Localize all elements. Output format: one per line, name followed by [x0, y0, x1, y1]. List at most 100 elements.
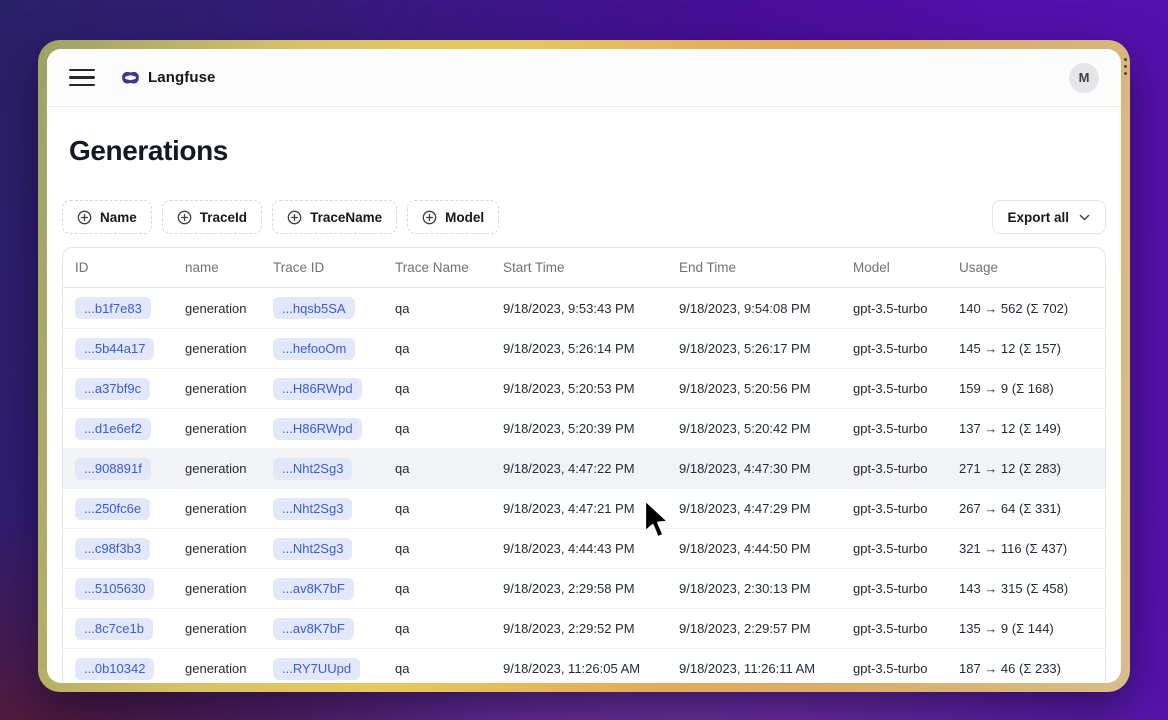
start-time-cell: 9/18/2023, 11:26:05 AM: [491, 661, 667, 676]
main-content: Generations NameTraceIdTraceNameModel Ex…: [47, 107, 1121, 683]
start-time-cell: 9/18/2023, 9:53:43 PM: [491, 301, 667, 316]
generation-id-cell: ...a37bf9c: [63, 378, 173, 400]
column-header-start-time: Start Time: [491, 260, 667, 275]
usage-cell: 143 → 315 (Σ 458): [947, 581, 1105, 596]
model-cell: gpt-3.5-turbo: [841, 461, 947, 476]
trace-id-cell: ...Nht2Sg3: [261, 538, 383, 560]
trace-name-cell: qa: [383, 541, 491, 556]
brand[interactable]: Langfuse: [121, 68, 215, 87]
trace-id-cell: ...H86RWpd: [261, 378, 383, 400]
trace-id-cell-pill[interactable]: ...RY7UUpd: [273, 658, 360, 680]
table-body: ...b1f7e83generation...hqsb5SAqa9/18/202…: [63, 288, 1105, 683]
usage-cell: 321 → 116 (Σ 437): [947, 541, 1105, 556]
name-cell: generation: [173, 581, 261, 596]
trace-id-cell: ...RY7UUpd: [261, 658, 383, 680]
trace-name-cell: qa: [383, 301, 491, 316]
trace-id-cell-pill[interactable]: ...Nht2Sg3: [273, 538, 352, 560]
start-time-cell: 9/18/2023, 5:20:53 PM: [491, 381, 667, 396]
usage-cell: 187 → 46 (Σ 233): [947, 661, 1105, 676]
trace-name-cell: qa: [383, 621, 491, 636]
table-row[interactable]: ...5b44a17 generation ...hefooOm qa9/18/202…: [63, 328, 1105, 368]
start-time-cell: 9/18/2023, 4:47:21 PM: [491, 501, 667, 516]
table-row[interactable]: ...b1f7e83generation...hqsb5SAqa9/18/202…: [63, 288, 1105, 328]
trace-id-cell-pill[interactable]: ...hefooOm: [273, 338, 355, 360]
generation-id-cell-pill[interactable]: ...d1e6ef2: [75, 418, 151, 440]
start-time-cell: 9/18/2023, 5:20:39 PM: [491, 421, 667, 436]
frame-dots-decoration: [1123, 54, 1128, 79]
generation-id-cell-pill[interactable]: ...908891f: [75, 458, 151, 480]
column-header-end-time: End Time: [667, 260, 841, 275]
plus-circle-icon: [77, 210, 92, 225]
hamburger-menu-icon[interactable]: [69, 69, 95, 87]
generation-id-cell-pill[interactable]: ...250fc6e: [75, 498, 150, 520]
name-cell: generation: [173, 461, 261, 476]
filter-row: Name TraceId TraceName Model Export all: [62, 200, 1106, 234]
model-cell: gpt-3.5-turbo: [841, 541, 947, 556]
generations-table: IDnameTrace IDTrace NameStart TimeEnd Ti…: [62, 247, 1106, 683]
model-cell: gpt-3.5-turbo: [841, 301, 947, 316]
generation-id-cell-pill[interactable]: ...c98f3b3: [75, 538, 150, 560]
trace-name-cell: qa: [383, 421, 491, 436]
usage-cell: 159 → 9 (Σ 168): [947, 381, 1105, 396]
trace-id-cell-pill[interactable]: ...hqsb5SA: [273, 297, 355, 319]
filter-label: TraceId: [200, 210, 247, 225]
trace-id-cell: ...av8K7bF: [261, 618, 383, 640]
plus-circle-icon: [287, 210, 302, 225]
model-cell: gpt-3.5-turbo: [841, 341, 947, 356]
trace-id-cell: ...hefooOm: [261, 338, 383, 360]
model-cell: gpt-3.5-turbo: [841, 661, 947, 676]
generation-id-cell: ...250fc6e: [63, 498, 173, 520]
end-time-cell: 9/18/2023, 11:26:11 AM: [667, 661, 841, 676]
end-time-cell: 9/18/2023, 5:20:56 PM: [667, 381, 841, 396]
start-time-cell: 9/18/2023, 2:29:58 PM: [491, 581, 667, 596]
generation-id-cell-pill[interactable]: ...5b44a17: [75, 338, 154, 360]
trace-id-cell-pill[interactable]: ...Nht2Sg3: [273, 498, 352, 520]
table-row[interactable]: ...250fc6egeneration...Nht2Sg3qa9/18/202…: [63, 488, 1105, 528]
table-row[interactable]: ...c98f3b3generation...Nht2Sg3qa9/18/202…: [63, 528, 1105, 568]
table-row[interactable]: ...908891f generation ...Nht2Sg3 qa9/18/202…: [63, 448, 1105, 488]
trace-id-cell-pill[interactable]: ...Nht2Sg3: [273, 458, 352, 480]
end-time-cell: 9/18/2023, 2:30:13 PM: [667, 581, 841, 596]
column-header-trace-id: Trace ID: [261, 260, 383, 275]
topbar: Langfuse M: [47, 49, 1121, 107]
trace-name-cell: qa: [383, 501, 491, 516]
usage-cell: 267 → 64 (Σ 331): [947, 501, 1105, 516]
generation-id-cell-pill[interactable]: ...8c7ce1b: [75, 618, 153, 640]
filter-button-traceid[interactable]: TraceId: [162, 200, 262, 234]
generation-id-cell-pill[interactable]: ...5105630: [75, 578, 154, 600]
filter-button-model[interactable]: Model: [407, 200, 499, 234]
trace-id-cell-pill[interactable]: ...H86RWpd: [273, 418, 362, 440]
trace-id-cell-pill[interactable]: ...av8K7bF: [273, 578, 354, 600]
trace-name-cell: qa: [383, 341, 491, 356]
start-time-cell: 9/18/2023, 5:26:14 PM: [491, 341, 667, 356]
filter-button-name[interactable]: Name: [62, 200, 152, 234]
export-all-label: Export all: [1007, 210, 1069, 225]
column-header-name: name: [173, 260, 261, 275]
trace-id-cell-pill[interactable]: ...H86RWpd: [273, 378, 362, 400]
table-row[interactable]: ...8c7ce1bgeneration...av8K7bFqa9/18/202…: [63, 608, 1105, 648]
table-row[interactable]: ...5105630generation...av8K7bFqa9/18/202…: [63, 568, 1105, 608]
langfuse-app-window: Langfuse M Generations NameTraceIdTraceN…: [47, 49, 1121, 683]
start-time-cell: 9/18/2023, 4:47:22 PM: [491, 461, 667, 476]
trace-id-cell: ...Nht2Sg3: [261, 458, 383, 480]
name-cell: generation: [173, 381, 261, 396]
name-cell: generation: [173, 341, 261, 356]
filter-button-tracename[interactable]: TraceName: [272, 200, 397, 234]
user-avatar[interactable]: M: [1069, 63, 1099, 93]
trace-id-cell-pill[interactable]: ...av8K7bF: [273, 618, 354, 640]
generation-id-cell: ...d1e6ef2: [63, 418, 173, 440]
generation-id-cell: ...c98f3b3: [63, 538, 173, 560]
generation-id-cell: ...b1f7e83: [63, 297, 173, 319]
table-row[interactable]: ...0b10342generation...RY7UUpdqa9/18/202…: [63, 648, 1105, 683]
table-row[interactable]: ...d1e6ef2generation...H86RWpdqa9/18/202…: [63, 408, 1105, 448]
generation-id-cell-pill[interactable]: ...a37bf9c: [75, 378, 150, 400]
start-time-cell: 9/18/2023, 4:44:43 PM: [491, 541, 667, 556]
table-row[interactable]: ...a37bf9cgeneration...H86RWpdqa9/18/202…: [63, 368, 1105, 408]
usage-cell: 137 → 12 (Σ 149): [947, 421, 1105, 436]
trace-name-cell: qa: [383, 461, 491, 476]
generation-id-cell-pill[interactable]: ...b1f7e83: [75, 297, 151, 319]
export-all-button[interactable]: Export all: [992, 200, 1106, 234]
trace-id-cell: ...av8K7bF: [261, 578, 383, 600]
generation-id-cell-pill[interactable]: ...0b10342: [75, 658, 154, 680]
name-cell: generation: [173, 621, 261, 636]
